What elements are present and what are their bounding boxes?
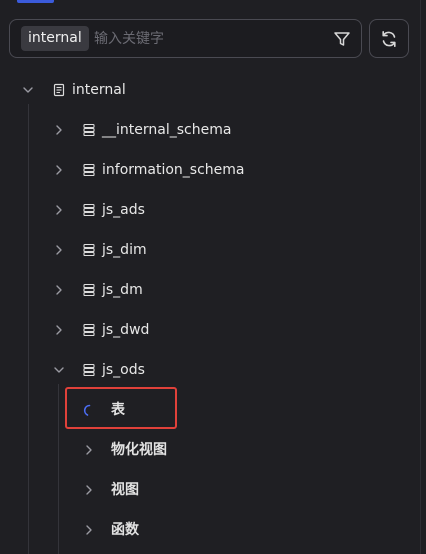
chevron-down-icon[interactable] [52,363,66,377]
active-tab-indicator [17,0,54,3]
database-icon [83,323,95,337]
filter-icon [334,32,350,46]
database-icon [83,283,95,297]
chevron-right-icon[interactable] [52,123,66,137]
database-icon [83,243,95,257]
tree-node-views[interactable]: 视图 [0,476,420,504]
search-input[interactable] [94,27,324,51]
chevron-right-icon[interactable] [82,523,96,537]
tree-node-label: 函数 [111,522,139,538]
spinner-icon [83,404,91,416]
database-explorer-panel: internal internal [0,0,426,554]
filter-button[interactable] [330,28,354,50]
tree-node-label: js_dm [102,282,143,298]
catalog-tag[interactable]: internal [21,26,89,51]
chevron-right-icon[interactable] [52,203,66,217]
tree-node-database[interactable]: information_schema [0,156,420,184]
chevron-right-icon[interactable] [52,243,66,257]
database-icon [83,203,95,217]
chevron-right-icon[interactable] [82,483,96,497]
tree-node-label: js_dim [102,242,147,258]
document-icon [53,83,65,97]
tree-node-label: js_ads [102,202,145,218]
chevron-right-icon[interactable] [52,323,66,337]
refresh-button[interactable] [369,19,409,58]
tree-node-database[interactable]: js_dwd [0,316,420,344]
search-bar: internal [9,19,362,58]
database-icon [83,163,95,177]
tree-node-label: 视图 [111,482,139,498]
tree-node-label: __internal_schema [102,122,232,138]
tree-node-materialized-views[interactable]: 物化视图 [0,436,420,464]
chevron-right-icon[interactable] [82,443,96,457]
tree-node-internal[interactable]: internal [0,76,420,104]
chevron-right-icon[interactable] [52,163,66,177]
tree-node-label: 表 [111,402,125,418]
tree-node-database[interactable]: js_dim [0,236,420,264]
refresh-icon [382,30,396,47]
tree-node-label: 物化视图 [111,442,167,458]
database-icon [83,123,95,137]
tree-node-functions[interactable]: 函数 [0,516,420,544]
tree-node-tables[interactable]: 表 [0,396,420,424]
database-icon [83,363,95,377]
panel-divider [420,0,421,554]
tree-node-label: js_ods [102,362,145,378]
tree-node-database[interactable]: js_ads [0,196,420,224]
tree-node-label: information_schema [102,162,245,178]
tree-node-label: internal [72,82,126,98]
tree-node-database[interactable]: __internal_schema [0,116,420,144]
tree-node-database[interactable]: js_dm [0,276,420,304]
chevron-right-icon[interactable] [52,283,66,297]
tree-node-database[interactable]: js_ods [0,356,420,384]
tree-node-label: js_dwd [102,322,150,338]
chevron-down-icon[interactable] [21,83,35,97]
